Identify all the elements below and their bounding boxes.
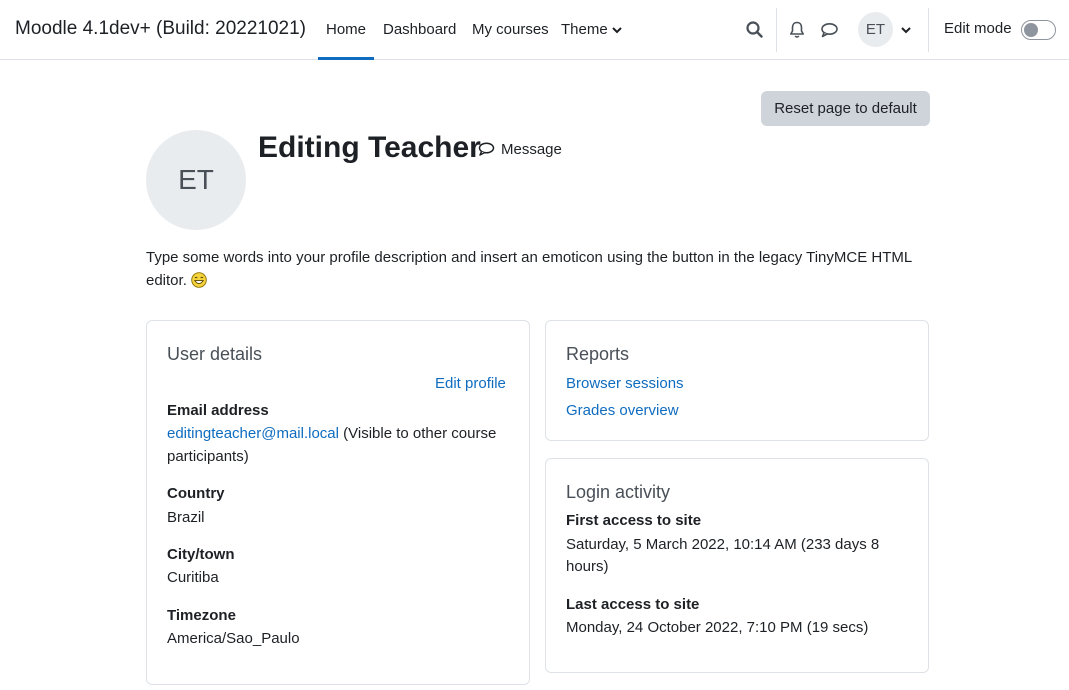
- email-label: Email address: [167, 402, 269, 419]
- login-activity-title: Login activity: [566, 482, 671, 502]
- user-details-title: User details: [167, 344, 263, 364]
- email-link[interactable]: editingteacher@mail.local: [167, 425, 339, 442]
- timezone-label: Timezone: [167, 607, 236, 624]
- reports-card: Reports Browser sessions Grades overview: [545, 320, 929, 441]
- nav-theme-label: Theme: [561, 21, 608, 38]
- message-button[interactable]: Message: [477, 141, 562, 158]
- timezone-value: America/Sao_Paulo: [167, 630, 300, 647]
- first-access-value: Saturday, 5 March 2022, 10:14 AM (233 da…: [566, 536, 880, 553]
- nav-theme[interactable]: Theme: [561, 0, 622, 60]
- last-access-label: Last access to site: [566, 596, 700, 613]
- nav-home[interactable]: Home: [317, 0, 375, 60]
- profile-avatar: ET: [146, 130, 246, 230]
- edit-mode-label: Edit mode: [944, 20, 1012, 37]
- chat-bubble-icon: [478, 142, 495, 156]
- first-access-label: First access to site: [566, 512, 702, 529]
- reports-title: Reports: [566, 344, 630, 364]
- toggle-knob: [1024, 23, 1038, 37]
- nav-dashboard[interactable]: Dashboard: [383, 0, 456, 60]
- navbar-divider: [928, 8, 929, 52]
- last-access-value: Monday, 24 October 2022, 7:10 PM (19 sec…: [566, 619, 869, 636]
- top-navbar: Moodle 4.1dev+ (Build: 20221021) Home Da…: [0, 0, 1069, 60]
- description-text: Type some words into your profile descri…: [146, 249, 912, 289]
- message-label: Message: [501, 141, 562, 158]
- user-details-card: User details Edit profile Email address …: [146, 320, 530, 685]
- email-value-line: editingteacher@mail.local (Visible to ot…: [167, 422, 496, 445]
- login-activity-card: Login activity First access to site Satu…: [545, 458, 929, 673]
- chat-bubble-icon[interactable]: [819, 20, 839, 40]
- email-visibility: (Visible to other course: [343, 425, 497, 442]
- bell-icon[interactable]: [787, 20, 807, 40]
- country-label: Country: [167, 485, 225, 502]
- city-label: City/town: [167, 546, 235, 563]
- edit-mode-toggle[interactable]: [1021, 20, 1056, 40]
- chevron-down-icon: [611, 0, 622, 60]
- email-visibility-cont: participants): [167, 448, 249, 465]
- site-name[interactable]: Moodle 4.1dev+ (Build: 20221021): [15, 18, 306, 40]
- grades-overview-link[interactable]: Grades overview: [566, 402, 679, 419]
- chevron-down-icon[interactable]: [900, 23, 912, 37]
- city-value: Curitiba: [167, 569, 219, 586]
- laughing-emoticon-icon: [191, 271, 207, 288]
- profile-description: Type some words into your profile descri…: [146, 247, 936, 292]
- edit-profile-link[interactable]: Edit profile: [435, 375, 506, 392]
- country-value: Brazil: [167, 509, 205, 526]
- browser-sessions-link[interactable]: Browser sessions: [566, 375, 684, 392]
- navbar-divider: [776, 8, 777, 52]
- profile-name: Editing Teacher: [258, 131, 481, 164]
- user-menu-avatar[interactable]: ET: [858, 12, 893, 47]
- reset-page-button[interactable]: Reset page to default: [761, 91, 930, 126]
- first-access-value-cont: hours): [566, 558, 609, 575]
- nav-my-courses[interactable]: My courses: [472, 0, 549, 60]
- search-icon[interactable]: [745, 20, 765, 40]
